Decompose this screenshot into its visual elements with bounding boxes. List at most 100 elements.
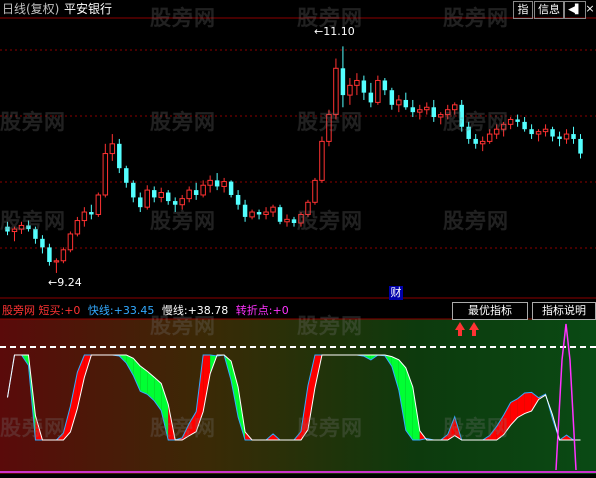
indicator-button[interactable]: 指 bbox=[513, 1, 533, 19]
candle-body bbox=[138, 197, 143, 208]
watermark: 股旁网 bbox=[443, 416, 509, 440]
candle-body bbox=[284, 218, 290, 223]
best-indicator-button[interactable]: 最优指标 bbox=[452, 302, 528, 320]
candle-body bbox=[515, 119, 520, 122]
candle-body bbox=[424, 106, 430, 111]
watermark: 股旁网 bbox=[297, 416, 363, 440]
watermark: 股旁网 bbox=[297, 314, 363, 338]
candle-body bbox=[214, 180, 220, 187]
candle-body bbox=[109, 143, 116, 155]
candle-body bbox=[319, 140, 325, 181]
candle-body bbox=[207, 179, 213, 186]
candle-body bbox=[431, 107, 436, 118]
slow-line-label: 慢线: bbox=[161, 304, 188, 317]
watermark: 股旁网 bbox=[150, 209, 216, 233]
candle-body bbox=[179, 198, 185, 206]
watermark: 股旁网 bbox=[0, 110, 66, 134]
candle-body bbox=[60, 249, 67, 262]
period-label[interactable]: 日线(复权) bbox=[2, 2, 59, 16]
indicator-background bbox=[0, 319, 596, 474]
indicator-name-value: :+0 bbox=[60, 304, 81, 317]
candle-body bbox=[368, 92, 374, 103]
candle-body bbox=[578, 138, 583, 154]
candle-body bbox=[473, 138, 478, 144]
candle-body bbox=[102, 153, 109, 196]
slow-line-value: +38.78 bbox=[187, 304, 229, 317]
candle-body bbox=[563, 133, 570, 140]
watermark: 股旁网 bbox=[150, 416, 216, 440]
indicator-title: 股旁网 短买:+0 快线:+33.45 慢线:+38.78 转折点:+0 bbox=[2, 304, 289, 318]
candle-body bbox=[186, 189, 192, 200]
candle-body bbox=[507, 118, 514, 125]
low-price-label: ←9.24 bbox=[48, 276, 82, 289]
candle-body bbox=[291, 219, 297, 223]
arrow-left-icon: ← bbox=[314, 25, 324, 38]
candle-body bbox=[557, 136, 562, 139]
arrow-left-icon: ← bbox=[48, 276, 58, 289]
candle-body bbox=[124, 168, 129, 183]
candle-body bbox=[81, 211, 88, 222]
arrow-button[interactable]: ◀▌ bbox=[564, 1, 586, 19]
candle-body bbox=[95, 194, 102, 215]
candle-body bbox=[193, 190, 199, 195]
candle-body bbox=[242, 204, 248, 217]
finance-marker[interactable]: 财 bbox=[389, 286, 403, 300]
candlestick-series bbox=[5, 46, 583, 273]
indicator-name: 股旁网 短买 bbox=[2, 304, 61, 317]
chart-window[interactable]: 股旁网 股旁网 股旁网 股旁网 股旁网 股旁网 股旁网 股旁网 股旁网 股旁网 … bbox=[0, 0, 596, 474]
watermark: 股旁网 bbox=[443, 110, 509, 134]
candle-body bbox=[89, 212, 94, 215]
candle-body bbox=[354, 79, 360, 86]
watermark: 股旁网 bbox=[0, 416, 66, 440]
candle-body bbox=[417, 109, 423, 113]
watermark: 股旁网 bbox=[443, 6, 509, 30]
candle-body bbox=[396, 99, 402, 106]
candle-body bbox=[347, 84, 353, 96]
price-grid bbox=[0, 17, 596, 299]
candle-body bbox=[228, 181, 234, 195]
candle-body bbox=[389, 90, 395, 105]
candle-body bbox=[249, 211, 255, 218]
watermark: 股旁网 bbox=[0, 209, 66, 233]
candle-body bbox=[277, 207, 283, 222]
candle-body bbox=[522, 121, 527, 130]
candle-body bbox=[40, 238, 45, 248]
candle-body bbox=[382, 80, 388, 91]
candle-body bbox=[361, 80, 367, 93]
candle-body bbox=[200, 184, 206, 196]
candle-body bbox=[158, 192, 164, 198]
fast-line-label: 快线: bbox=[87, 304, 114, 317]
candle-body bbox=[270, 206, 276, 213]
candle-body bbox=[340, 68, 346, 96]
indicator-band bbox=[524, 392, 532, 414]
turn-point-value: +0 bbox=[272, 304, 289, 317]
watermark: 股旁网 bbox=[297, 110, 363, 134]
watermark: 股旁网 bbox=[443, 209, 509, 233]
candle-body bbox=[410, 107, 416, 113]
candle-body bbox=[256, 212, 262, 215]
candle-body bbox=[221, 181, 227, 187]
candle-body bbox=[74, 220, 81, 235]
candle-body bbox=[263, 211, 269, 215]
indicator-description-button[interactable]: 指标说明 bbox=[532, 302, 596, 320]
candle-body bbox=[47, 247, 52, 262]
candle-body bbox=[165, 192, 171, 202]
watermark: 股旁网 bbox=[150, 6, 216, 30]
candle-body bbox=[144, 189, 150, 208]
candle-body bbox=[235, 194, 241, 205]
candle-body bbox=[535, 131, 542, 135]
candle-body bbox=[375, 79, 381, 103]
watermark: 股旁网 bbox=[297, 209, 363, 233]
high-price-label: ←11.10 bbox=[314, 25, 355, 38]
candle-body bbox=[403, 99, 409, 108]
close-button[interactable]: × bbox=[585, 1, 595, 17]
candle-body bbox=[131, 182, 136, 198]
candle-body bbox=[117, 143, 122, 169]
turn-point-label: 转折点: bbox=[235, 304, 273, 317]
watermark: 股旁网 bbox=[150, 110, 216, 134]
candle-body bbox=[542, 128, 549, 133]
candle-body bbox=[571, 134, 576, 139]
info-button[interactable]: 信息 bbox=[534, 1, 564, 19]
candle-body bbox=[550, 129, 555, 137]
candle-body bbox=[479, 140, 486, 145]
